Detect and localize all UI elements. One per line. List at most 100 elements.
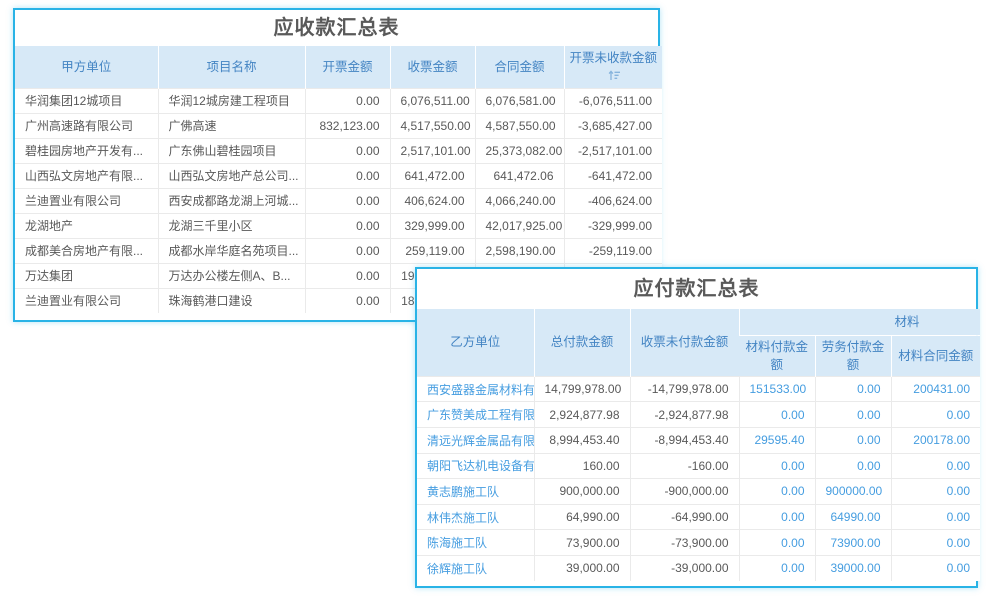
labor-payment-cell[interactable]: 39000.00 [815,555,891,581]
invoice-amount-cell: 0.00 [305,238,390,263]
contract-amount-cell: 2,598,190.00 [475,238,564,263]
project-name-cell: 万达办公楼左侧A、B... [158,263,305,288]
party-a-cell: 龙湖地产 [15,213,158,238]
total-payment-cell: 73,900.00 [534,530,630,556]
uncollected-amount-cell: -406,624.00 [564,188,662,213]
party-b-cell[interactable]: 陈海施工队 [417,530,534,556]
receivable-table-header: 甲方单位 项目名称 开票金额 收票金额 合同金额 开票未收款金额 [15,46,662,88]
party-b-cell[interactable]: 广东赞美成工程有限 [417,402,534,428]
table-row: 徐辉施工队39,000.00-39,000.000.0039000.000.00 [417,555,980,581]
material-contract-cell[interactable]: 200431.00 [891,376,980,402]
column-group-header-material: 材料 [739,309,980,335]
column-header-uncollected-amount[interactable]: 开票未收款金额 [564,46,662,88]
material-payment-cell[interactable]: 0.00 [739,555,815,581]
material-contract-cell[interactable]: 0.00 [891,479,980,505]
sort-icon[interactable] [608,70,621,81]
table-row: 林伟杰施工队64,990.00-64,990.000.0064990.000.0… [417,504,980,530]
total-payment-cell: 64,990.00 [534,504,630,530]
labor-payment-cell[interactable]: 0.00 [815,453,891,479]
labor-payment-cell[interactable]: 73900.00 [815,530,891,556]
column-header-party-a[interactable]: 甲方单位 [15,46,158,88]
column-header-material-payment[interactable]: 材料付款金额 [739,335,815,376]
payable-table: 乙方单位 总付款金额 收票未付款金额 材料 材料付款金额 劳务付款金额 材料合同… [417,309,980,581]
material-payment-cell[interactable]: 0.00 [739,530,815,556]
receipt-unpaid-cell: -14,799,978.00 [630,376,739,402]
material-contract-cell[interactable]: 200178.00 [891,427,980,453]
labor-payment-cell[interactable]: 0.00 [815,402,891,428]
labor-payment-cell[interactable]: 64990.00 [815,504,891,530]
material-contract-cell[interactable]: 0.00 [891,555,980,581]
table-row: 山西弘文房地产有限...山西弘文房地产总公司...0.00641,472.006… [15,163,662,188]
material-payment-cell[interactable]: 0.00 [739,479,815,505]
column-header-party-b[interactable]: 乙方单位 [417,309,534,376]
labor-payment-cell[interactable]: 0.00 [815,427,891,453]
invoice-amount-cell: 832,123.00 [305,113,390,138]
material-contract-cell[interactable]: 0.00 [891,530,980,556]
party-b-cell[interactable]: 清远光辉金属品有限 [417,427,534,453]
party-b-cell[interactable]: 黄志鹏施工队 [417,479,534,505]
uncollected-amount-cell: -329,999.00 [564,213,662,238]
receipt-amount-cell: 641,472.00 [390,163,475,188]
invoice-amount-cell: 0.00 [305,138,390,163]
uncollected-amount-cell: -3,685,427.00 [564,113,662,138]
column-header-receipt-unpaid[interactable]: 收票未付款金额 [630,309,739,376]
total-payment-cell: 160.00 [534,453,630,479]
receipt-amount-cell: 2,517,101.00 [390,138,475,163]
column-header-contract-amount[interactable]: 合同金额 [475,46,564,88]
payable-table-body: 西安盛器金属材料有14,799,978.00-14,799,978.001515… [417,376,980,581]
party-b-cell[interactable]: 林伟杰施工队 [417,504,534,530]
project-name-cell: 珠海鹤港口建设 [158,288,305,313]
party-b-cell[interactable]: 西安盛器金属材料有 [417,376,534,402]
table-row: 广州高速路有限公司广佛高速832,123.004,517,550.004,587… [15,113,662,138]
table-row: 广东赞美成工程有限2,924,877.98-2,924,877.980.000.… [417,402,980,428]
table-row: 华润集团12城项目华润12城房建工程项目0.006,076,511.006,07… [15,88,662,113]
receipt-unpaid-cell: -160.00 [630,453,739,479]
contract-amount-cell: 4,587,550.00 [475,113,564,138]
table-row: 陈海施工队73,900.00-73,900.000.0073900.000.00 [417,530,980,556]
column-header-material-contract[interactable]: 材料合同金额 [891,335,980,376]
labor-payment-cell[interactable]: 900000.00 [815,479,891,505]
party-a-cell: 万达集团 [15,263,158,288]
receipt-amount-cell: 329,999.00 [390,213,475,238]
party-a-cell: 华润集团12城项目 [15,88,158,113]
column-header-project-name[interactable]: 项目名称 [158,46,305,88]
column-header-labor-payment[interactable]: 劳务付款金额 [815,335,891,376]
material-contract-cell[interactable]: 0.00 [891,504,980,530]
material-payment-cell[interactable]: 0.00 [739,453,815,479]
material-contract-cell[interactable]: 0.00 [891,453,980,479]
contract-amount-cell: 4,066,240.00 [475,188,564,213]
column-header-invoice-amount[interactable]: 开票金额 [305,46,390,88]
table-row: 清远光辉金属品有限8,994,453.40-8,994,453.4029595.… [417,427,980,453]
uncollected-amount-cell: -2,517,101.00 [564,138,662,163]
material-payment-cell[interactable]: 0.00 [739,402,815,428]
project-name-cell: 龙湖三千里小区 [158,213,305,238]
payable-table-header: 乙方单位 总付款金额 收票未付款金额 材料 材料付款金额 劳务付款金额 材料合同… [417,309,980,376]
total-payment-cell: 39,000.00 [534,555,630,581]
labor-payment-cell[interactable]: 0.00 [815,376,891,402]
invoice-amount-cell: 0.00 [305,263,390,288]
project-name-cell: 广东佛山碧桂园项目 [158,138,305,163]
column-header-total-payment[interactable]: 总付款金额 [534,309,630,376]
total-payment-cell: 8,994,453.40 [534,427,630,453]
contract-amount-cell: 641,472.06 [475,163,564,188]
receipt-unpaid-cell: -2,924,877.98 [630,402,739,428]
party-a-cell: 成都美合房地产有限... [15,238,158,263]
uncollected-amount-cell: -641,472.00 [564,163,662,188]
payable-table-title: 应付款汇总表 [417,269,976,309]
invoice-amount-cell: 0.00 [305,188,390,213]
receipt-amount-cell: 259,119.00 [390,238,475,263]
party-b-cell[interactable]: 徐辉施工队 [417,555,534,581]
project-name-cell: 广佛高速 [158,113,305,138]
column-header-receipt-amount[interactable]: 收票金额 [390,46,475,88]
material-payment-cell[interactable]: 29595.40 [739,427,815,453]
total-payment-cell: 14,799,978.00 [534,376,630,402]
party-b-cell[interactable]: 朝阳飞达机电设备有 [417,453,534,479]
party-a-cell: 兰迪置业有限公司 [15,288,158,313]
receipt-unpaid-cell: -39,000.00 [630,555,739,581]
material-payment-cell[interactable]: 151533.00 [739,376,815,402]
material-payment-cell[interactable]: 0.00 [739,504,815,530]
material-contract-cell[interactable]: 0.00 [891,402,980,428]
project-name-cell: 西安成都路龙湖上河城... [158,188,305,213]
table-row: 兰迪置业有限公司西安成都路龙湖上河城...0.00406,624.004,066… [15,188,662,213]
table-row: 西安盛器金属材料有14,799,978.00-14,799,978.001515… [417,376,980,402]
